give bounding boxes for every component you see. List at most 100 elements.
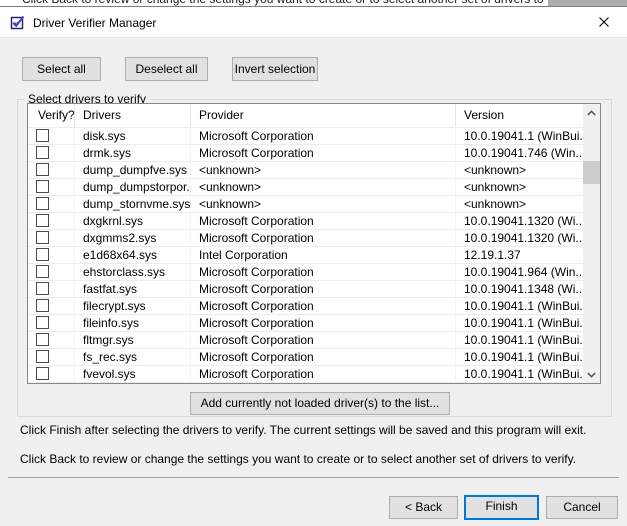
provider-cell: Intel Corporation xyxy=(191,247,456,263)
provider-cell: Microsoft Corporation xyxy=(191,213,456,229)
verifier-app-icon xyxy=(10,14,26,30)
provider-cell: Microsoft Corporation xyxy=(191,264,456,280)
version-cell: <unknown> xyxy=(456,179,583,195)
verify-checkbox[interactable] xyxy=(36,129,49,142)
column-header-verify[interactable]: Verify? xyxy=(28,104,75,127)
version-cell: 10.0.19041.1 (WinBui... xyxy=(456,349,583,365)
cancel-button[interactable]: Cancel xyxy=(546,496,618,519)
driver-name-cell: fileinfo.sys xyxy=(75,315,191,331)
driver-name-cell: fvevol.sys xyxy=(75,366,191,382)
table-row: drmk.sysMicrosoft Corporation10.0.19041.… xyxy=(28,145,583,162)
scroll-up-button[interactable] xyxy=(583,104,600,121)
verify-checkbox[interactable] xyxy=(36,231,49,244)
version-cell: 10.0.19041.1 (WinBui... xyxy=(456,332,583,348)
verify-cell xyxy=(28,332,75,348)
verify-cell xyxy=(28,264,75,280)
table-row: fltmgr.sysMicrosoft Corporation10.0.1904… xyxy=(28,332,583,349)
driver-name-cell: fs_rec.sys xyxy=(75,349,191,365)
verify-checkbox[interactable] xyxy=(36,282,49,295)
provider-cell: Microsoft Corporation xyxy=(191,366,456,382)
invert-selection-button[interactable]: Invert selection xyxy=(232,57,318,81)
driver-name-cell: disk.sys xyxy=(75,128,191,144)
vertical-scrollbar[interactable] xyxy=(583,104,600,383)
chevron-down-icon xyxy=(587,372,596,378)
verify-checkbox[interactable] xyxy=(36,265,49,278)
version-cell: 10.0.19041.1320 (Wi... xyxy=(456,213,583,229)
version-cell: 10.0.19041.1 (WinBui... xyxy=(456,315,583,331)
driver-name-cell: filecrypt.sys xyxy=(75,298,191,314)
provider-cell: Microsoft Corporation xyxy=(191,281,456,297)
driver-name-cell: dump_dumpstorpor... xyxy=(75,179,191,195)
verify-cell xyxy=(28,196,75,212)
version-cell: 10.0.19041.1320 (Wi... xyxy=(456,230,583,246)
driver-name-cell: drmk.sys xyxy=(75,145,191,161)
version-cell: <unknown> xyxy=(456,196,583,212)
driver-name-cell: ehstorclass.sys xyxy=(75,264,191,280)
close-icon xyxy=(598,16,610,28)
verify-cell xyxy=(28,281,75,297)
verify-checkbox[interactable] xyxy=(36,367,49,380)
version-cell: 10.0.19041.964 (Win... xyxy=(456,264,583,280)
table-header: Verify? Drivers Provider Version xyxy=(28,104,600,128)
footer-divider xyxy=(8,477,619,478)
column-header-drivers[interactable]: Drivers xyxy=(75,104,191,127)
scrollbar-thumb[interactable] xyxy=(583,161,600,184)
provider-cell: Microsoft Corporation xyxy=(191,230,456,246)
background-window-strip: Click Back to review or change the setti… xyxy=(0,0,627,7)
verify-checkbox[interactable] xyxy=(36,146,49,159)
table-row: ehstorclass.sysMicrosoft Corporation10.0… xyxy=(28,264,583,281)
verify-cell xyxy=(28,179,75,195)
finish-button[interactable]: Finish xyxy=(464,495,539,520)
finish-instruction-text: Click Finish after selecting the drivers… xyxy=(20,423,586,437)
verify-checkbox[interactable] xyxy=(36,316,49,329)
table-row: fvevol.sysMicrosoft Corporation10.0.1904… xyxy=(28,366,583,383)
verify-checkbox[interactable] xyxy=(36,214,49,227)
close-button[interactable] xyxy=(583,7,625,37)
table-row: fs_rec.sysMicrosoft Corporation10.0.1904… xyxy=(28,349,583,366)
provider-cell: Microsoft Corporation xyxy=(191,298,456,314)
verify-cell xyxy=(28,349,75,365)
verify-cell xyxy=(28,145,75,161)
verify-checkbox[interactable] xyxy=(36,299,49,312)
provider-cell: <unknown> xyxy=(191,162,456,178)
verify-checkbox[interactable] xyxy=(36,333,49,346)
verify-cell xyxy=(28,128,75,144)
column-header-version[interactable]: Version xyxy=(456,104,583,127)
table-row: fastfat.sysMicrosoft Corporation10.0.190… xyxy=(28,281,583,298)
verify-cell xyxy=(28,366,75,382)
driver-name-cell: fastfat.sys xyxy=(75,281,191,297)
add-not-loaded-drivers-button[interactable]: Add currently not loaded driver(s) to th… xyxy=(190,392,450,415)
version-cell: 10.0.19041.1 (WinBui... xyxy=(456,128,583,144)
scroll-down-button[interactable] xyxy=(583,366,600,383)
verify-cell xyxy=(28,298,75,314)
verify-cell xyxy=(28,213,75,229)
chevron-up-icon xyxy=(587,110,596,116)
driver-name-cell: dump_stornvme.sys xyxy=(75,196,191,212)
verify-checkbox[interactable] xyxy=(36,350,49,363)
driver-name-cell: dump_dumpfve.sys xyxy=(75,162,191,178)
provider-cell: <unknown> xyxy=(191,196,456,212)
driver-name-cell: fltmgr.sys xyxy=(75,332,191,348)
provider-cell: Microsoft Corporation xyxy=(191,128,456,144)
provider-cell: <unknown> xyxy=(191,179,456,195)
back-button[interactable]: < Back xyxy=(389,496,458,519)
column-header-provider[interactable]: Provider xyxy=(191,104,456,127)
verify-checkbox[interactable] xyxy=(36,197,49,210)
version-cell: <unknown> xyxy=(456,162,583,178)
verify-checkbox[interactable] xyxy=(36,180,49,193)
select-all-button[interactable]: Select all xyxy=(22,57,101,81)
provider-cell: Microsoft Corporation xyxy=(191,332,456,348)
deselect-all-button[interactable]: Deselect all xyxy=(125,57,208,81)
verify-checkbox[interactable] xyxy=(36,248,49,261)
table-row: dxgmms2.sysMicrosoft Corporation10.0.190… xyxy=(28,230,583,247)
back-instruction-text: Click Back to review or change the setti… xyxy=(20,452,576,466)
verify-checkbox[interactable] xyxy=(36,163,49,176)
drivers-table: Verify? Drivers Provider Version disk.sy… xyxy=(27,103,601,384)
version-cell: 10.0.19041.1348 (Wi... xyxy=(456,281,583,297)
version-cell: 10.0.19041.746 (Win... xyxy=(456,145,583,161)
provider-cell: Microsoft Corporation xyxy=(191,349,456,365)
driver-verifier-manager-window: Click Back to review or change the setti… xyxy=(0,0,627,526)
verify-cell xyxy=(28,162,75,178)
table-row: dump_stornvme.sys<unknown><unknown> xyxy=(28,196,583,213)
version-cell: 10.0.19041.1 (WinBui... xyxy=(456,298,583,314)
